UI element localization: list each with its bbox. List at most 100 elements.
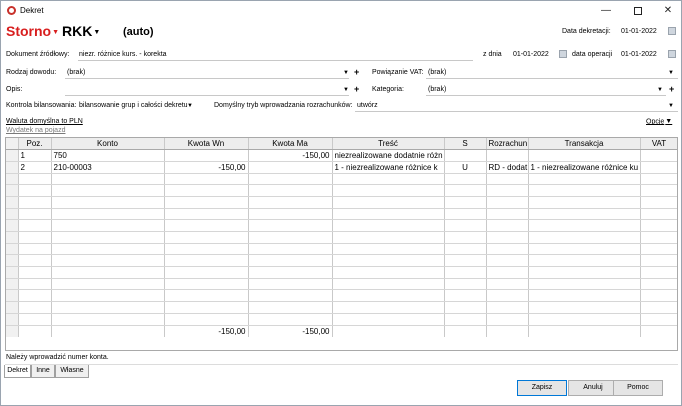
empty-cell[interactable] bbox=[640, 184, 677, 197]
cell-tresc[interactable]: niezrealizowane dodatnie różn bbox=[332, 149, 445, 162]
empty-row[interactable] bbox=[6, 289, 677, 303]
row-stub[interactable] bbox=[6, 196, 19, 209]
empty-cell[interactable] bbox=[18, 278, 52, 291]
empty-cell[interactable] bbox=[486, 301, 529, 314]
empty-cell[interactable] bbox=[18, 301, 52, 314]
empty-cell[interactable] bbox=[164, 196, 249, 209]
empty-cell[interactable] bbox=[444, 313, 487, 326]
storno-dropdown[interactable]: Storno▼ bbox=[6, 23, 59, 39]
cell-transakcja[interactable] bbox=[528, 149, 641, 162]
tryb-select[interactable]: utwórz bbox=[357, 102, 378, 109]
empty-row[interactable] bbox=[6, 208, 677, 221]
empty-cell[interactable] bbox=[164, 184, 249, 197]
powiazanie-select[interactable]: (brak) bbox=[428, 69, 446, 76]
table-row[interactable]: 1 750 -150,00 niezrealizowane dodatnie różn bbox=[6, 149, 677, 162]
empty-cell[interactable] bbox=[640, 266, 677, 279]
empty-cell[interactable] bbox=[528, 254, 641, 268]
empty-cell[interactable] bbox=[51, 208, 165, 221]
empty-cell[interactable] bbox=[332, 196, 445, 209]
empty-cell[interactable] bbox=[18, 184, 52, 197]
empty-cell[interactable] bbox=[248, 208, 333, 221]
row-stub[interactable] bbox=[6, 313, 19, 326]
column-header[interactable]: Kwota Ma bbox=[248, 138, 333, 151]
chevron-down-icon[interactable]: ▼ bbox=[657, 87, 663, 93]
empty-cell[interactable] bbox=[486, 278, 529, 291]
rodzaj-select[interactable]: (brak) bbox=[67, 69, 85, 76]
cell-tresc[interactable]: 1 - niezrealizowane różnice k bbox=[332, 161, 445, 174]
empty-row[interactable] bbox=[6, 278, 677, 291]
empty-cell[interactable] bbox=[528, 266, 641, 279]
empty-cell[interactable] bbox=[444, 278, 487, 291]
row-stub[interactable] bbox=[6, 219, 19, 232]
empty-cell[interactable] bbox=[528, 184, 641, 197]
empty-cell[interactable] bbox=[51, 173, 165, 186]
column-header[interactable]: Rozrachun bbox=[486, 138, 529, 151]
empty-cell[interactable] bbox=[51, 266, 165, 279]
empty-cell[interactable] bbox=[18, 254, 52, 268]
empty-cell[interactable] bbox=[164, 243, 249, 256]
tab-dekret[interactable]: Dekret bbox=[4, 365, 31, 378]
empty-cell[interactable] bbox=[18, 219, 52, 232]
empty-cell[interactable] bbox=[51, 219, 165, 232]
chevron-down-icon[interactable]: ▼ bbox=[343, 70, 349, 76]
row-stub[interactable] bbox=[6, 208, 19, 221]
empty-row[interactable] bbox=[6, 184, 677, 197]
column-header[interactable]: Poz. bbox=[18, 138, 52, 151]
chevron-down-icon[interactable]: ▼ bbox=[187, 103, 193, 109]
cell-rozrachunek[interactable] bbox=[486, 149, 529, 162]
empty-cell[interactable] bbox=[332, 243, 445, 256]
maximize-button[interactable] bbox=[623, 1, 653, 21]
empty-row[interactable] bbox=[6, 173, 677, 186]
tab-inne[interactable]: Inne bbox=[31, 365, 55, 378]
dokument-input[interactable]: niezr. różnice kurs. - korekta bbox=[79, 51, 167, 58]
empty-cell[interactable] bbox=[18, 289, 52, 303]
data-operacji-input[interactable]: 01-01-2022 bbox=[621, 51, 657, 58]
empty-cell[interactable] bbox=[164, 313, 249, 326]
close-button[interactable]: ✕ bbox=[653, 1, 682, 21]
tab-wlasne[interactable]: Własne bbox=[55, 365, 89, 378]
empty-cell[interactable] bbox=[248, 278, 333, 291]
empty-cell[interactable] bbox=[444, 231, 487, 244]
empty-cell[interactable] bbox=[51, 301, 165, 314]
calendar-icon[interactable] bbox=[559, 50, 567, 58]
help-button[interactable]: Pomoc bbox=[613, 380, 663, 396]
empty-cell[interactable] bbox=[248, 219, 333, 232]
empty-cell[interactable] bbox=[164, 219, 249, 232]
empty-cell[interactable] bbox=[486, 313, 529, 326]
cell-poz[interactable]: 1 bbox=[18, 149, 52, 162]
opcje-menu[interactable]: Opcje▼ bbox=[646, 118, 672, 125]
empty-cell[interactable] bbox=[248, 184, 333, 197]
chevron-down-icon[interactable]: ▼ bbox=[668, 103, 674, 109]
cell-s[interactable]: U bbox=[444, 161, 487, 174]
empty-cell[interactable] bbox=[164, 173, 249, 186]
empty-row[interactable] bbox=[6, 231, 677, 244]
cell-poz[interactable]: 2 bbox=[18, 161, 52, 174]
empty-cell[interactable] bbox=[640, 208, 677, 221]
empty-cell[interactable] bbox=[640, 196, 677, 209]
empty-cell[interactable] bbox=[248, 243, 333, 256]
empty-cell[interactable] bbox=[528, 243, 641, 256]
empty-cell[interactable] bbox=[640, 313, 677, 326]
cell-s[interactable] bbox=[444, 149, 487, 162]
empty-cell[interactable] bbox=[444, 301, 487, 314]
empty-row[interactable] bbox=[6, 313, 677, 326]
kontrola-select[interactable]: bilansowanie grup i całości dekretu bbox=[79, 102, 188, 109]
empty-cell[interactable] bbox=[51, 313, 165, 326]
empty-cell[interactable] bbox=[332, 208, 445, 221]
empty-row[interactable] bbox=[6, 266, 677, 279]
row-stub[interactable] bbox=[6, 266, 19, 279]
cell-konto[interactable]: 210-00003 bbox=[51, 161, 165, 174]
empty-cell[interactable] bbox=[444, 243, 487, 256]
empty-cell[interactable] bbox=[51, 231, 165, 244]
row-stub[interactable] bbox=[6, 149, 19, 162]
chevron-down-icon[interactable]: ▼ bbox=[343, 87, 349, 93]
cell-ma[interactable]: -150,00 bbox=[248, 149, 333, 162]
empty-cell[interactable] bbox=[164, 254, 249, 268]
empty-cell[interactable] bbox=[332, 184, 445, 197]
empty-cell[interactable] bbox=[51, 289, 165, 303]
empty-cell[interactable] bbox=[248, 254, 333, 268]
empty-cell[interactable] bbox=[248, 231, 333, 244]
empty-cell[interactable] bbox=[51, 196, 165, 209]
empty-cell[interactable] bbox=[640, 254, 677, 268]
empty-cell[interactable] bbox=[18, 208, 52, 221]
